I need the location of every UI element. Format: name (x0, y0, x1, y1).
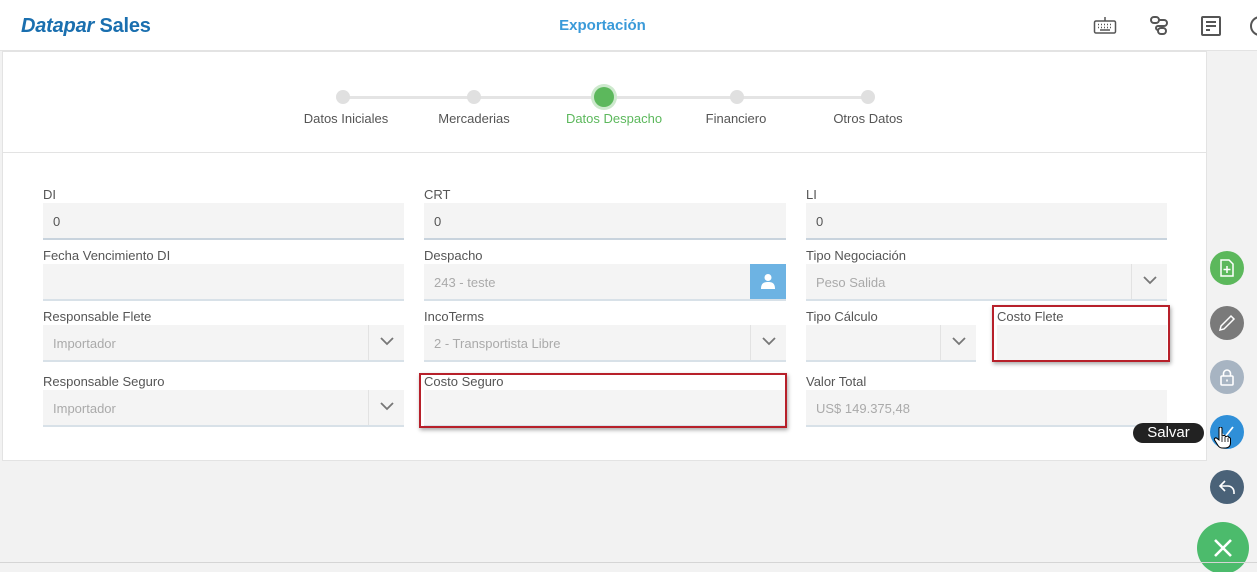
new-document-button[interactable] (1210, 251, 1244, 285)
di-label: DI (43, 187, 56, 202)
step-dot-datos-despacho[interactable] (594, 87, 614, 107)
fecha-vencimiento-di-input[interactable] (43, 264, 404, 301)
back-button[interactable] (1210, 470, 1244, 504)
tipo-negociacion-select[interactable]: Peso Salida (806, 264, 1167, 301)
new-file-icon (1220, 259, 1234, 277)
step-dot-financiero[interactable] (730, 90, 744, 104)
tipo-calculo-select[interactable] (806, 325, 976, 362)
fecha-vencimiento-di-label: Fecha Vencimiento DI (43, 248, 171, 263)
wizard-stepper: Datos Iniciales Mercaderias Datos Despac… (3, 52, 1206, 153)
page-title: Exportación (559, 17, 646, 34)
despacho-search-button[interactable] (750, 264, 786, 299)
save-tooltip: Salvar (1133, 423, 1204, 443)
clock-icon[interactable] (1248, 14, 1257, 38)
hand-cursor-icon (1213, 426, 1232, 449)
chevron-down-icon[interactable] (750, 325, 786, 360)
pencil-icon (1218, 314, 1236, 332)
despacho-value: 243 - teste (434, 275, 496, 290)
close-icon (1214, 539, 1232, 557)
step-dot-mercaderias[interactable] (467, 90, 481, 104)
tipo-negociacion-label: Tipo Negociación (806, 248, 906, 263)
step-label-financiero[interactable]: Financiero (706, 111, 767, 126)
highlight-costo-seguro (419, 373, 787, 428)
lock-button[interactable] (1210, 360, 1244, 394)
tipo-negociacion-value: Peso Salida (816, 275, 886, 290)
edit-button[interactable] (1210, 306, 1244, 340)
crt-label: CRT (424, 187, 451, 202)
responsable-seguro-select[interactable]: Importador (43, 390, 404, 427)
despacho-label: Despacho (424, 248, 483, 263)
incoterms-label: IncoTerms (424, 309, 484, 324)
close-fab-button[interactable] (1197, 522, 1249, 572)
top-bar: Datapar Sales Exportación (0, 0, 1257, 51)
tipo-calculo-label: Tipo Cálculo (806, 309, 878, 324)
li-label: LI (806, 187, 817, 202)
responsable-seguro-value: Importador (53, 401, 116, 416)
step-label-datos-iniciales[interactable]: Datos Iniciales (304, 111, 389, 126)
lock-icon (1220, 369, 1234, 386)
step-dot-datos-iniciales[interactable] (336, 90, 350, 104)
route-icon[interactable] (1148, 14, 1172, 38)
cash-register-icon[interactable] (1199, 14, 1223, 38)
responsable-seguro-label: Responsable Seguro (43, 374, 165, 389)
despacho-input[interactable]: 243 - teste (424, 264, 786, 301)
chevron-down-icon[interactable] (368, 325, 404, 360)
chevron-down-icon[interactable] (1131, 264, 1167, 299)
incoterms-value: 2 - Transportista Libre (434, 336, 561, 351)
responsable-flete-value: Importador (53, 336, 116, 351)
li-input[interactable]: 0 (806, 203, 1167, 240)
step-label-datos-despacho[interactable]: Datos Despacho (566, 111, 662, 126)
step-label-otros-datos[interactable]: Otros Datos (833, 111, 902, 126)
di-input[interactable]: 0 (43, 203, 404, 240)
keyboard-icon[interactable] (1093, 14, 1117, 38)
responsable-flete-label: Responsable Flete (43, 309, 152, 324)
responsable-flete-select[interactable]: Importador (43, 325, 404, 362)
bottom-divider (0, 562, 1257, 563)
step-dot-otros-datos[interactable] (861, 90, 875, 104)
valor-total-label: Valor Total (806, 374, 867, 389)
step-label-mercaderias[interactable]: Mercaderias (438, 111, 510, 126)
highlight-costo-flete (992, 305, 1170, 362)
chevron-down-icon[interactable] (368, 390, 404, 425)
chevron-down-icon[interactable] (940, 325, 976, 360)
crt-input[interactable]: 0 (424, 203, 786, 240)
reply-icon (1218, 480, 1235, 494)
user-icon (761, 274, 775, 289)
valor-total-input[interactable]: US$ 149.375,48 (806, 390, 1167, 427)
incoterms-select[interactable]: 2 - Transportista Libre (424, 325, 786, 362)
